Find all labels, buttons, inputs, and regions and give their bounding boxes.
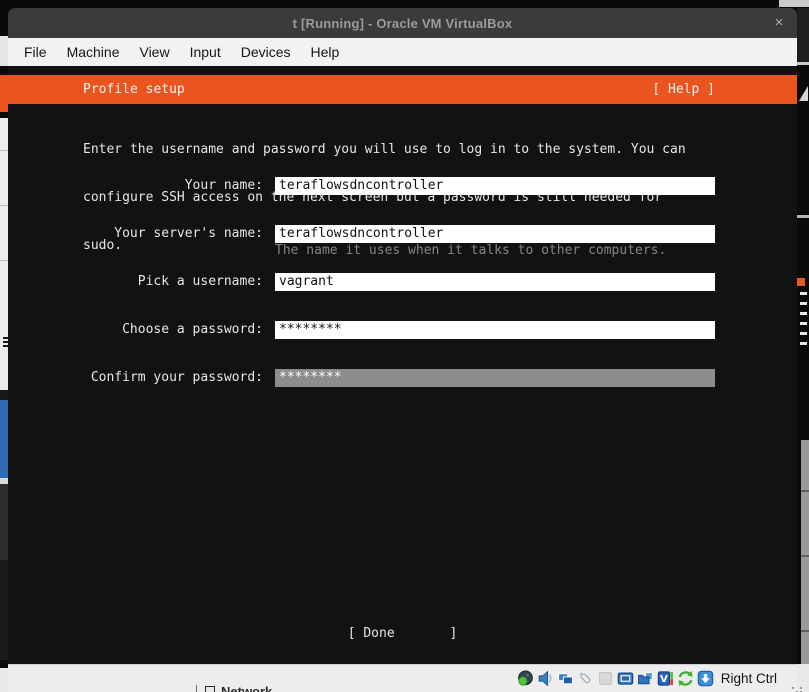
password-input[interactable]: ********	[275, 321, 715, 339]
desktop-edge-artifact	[797, 215, 809, 218]
field-row-your-name: Your name: teraflowsdncontroller	[8, 177, 797, 195]
display-icon[interactable]	[617, 670, 634, 687]
username-input[interactable]: vagrant	[275, 273, 715, 291]
page-title: Profile setup	[83, 82, 185, 97]
hard-disks-icon[interactable]	[517, 670, 534, 687]
menu-devices[interactable]: Devices	[231, 40, 301, 64]
menu-machine[interactable]: Machine	[57, 40, 130, 64]
installer-header: Profile setup [ Help ]	[8, 75, 797, 104]
password-label: Choose a password:	[8, 321, 263, 339]
server-name-helper: The name it uses when it talks to other …	[275, 243, 666, 259]
desktop-edge-artifact	[801, 490, 809, 492]
field-row-server-name: Your server's name: teraflowsdncontrolle…	[8, 225, 797, 243]
menu-file[interactable]: File	[14, 40, 57, 64]
desktop-edge-artifact	[0, 668, 8, 692]
field-row-username: Pick a username: vagrant	[8, 273, 797, 291]
shared-folders-icon[interactable]	[637, 670, 654, 687]
confirm-password-input[interactable]: ********	[275, 369, 715, 387]
menu-view[interactable]: View	[129, 40, 179, 64]
desktop-edge-artifact	[801, 440, 809, 692]
desktop-edge-artifact	[0, 484, 8, 560]
cursor-artifact	[799, 86, 808, 101]
your-name-input[interactable]: teraflowsdncontroller	[275, 177, 715, 195]
your-name-label: Your name:	[8, 177, 263, 195]
desktop-edge-artifact	[0, 205, 8, 206]
desktop-edge-artifact	[0, 260, 8, 261]
menu-input[interactable]: Input	[180, 40, 231, 64]
server-name-label: Your server's name:	[8, 225, 263, 243]
desktop-edge-artifact	[0, 118, 8, 390]
desktop: Network t [Running] - Oracle VM VirtualB…	[0, 0, 809, 692]
network-icon[interactable]	[557, 670, 574, 687]
username-label: Pick a username:	[8, 273, 263, 291]
background-partial-network: Network	[196, 685, 306, 692]
help-button[interactable]: [ Help ]	[652, 75, 715, 104]
features-icon[interactable]: V	[657, 670, 674, 687]
close-icon[interactable]: ×	[767, 11, 791, 35]
statusbar: V Right Ctrl	[8, 664, 797, 692]
menu-help[interactable]: Help	[301, 40, 350, 64]
confirm-password-label: Confirm your password:	[8, 369, 263, 387]
desktop-edge-artifact	[797, 664, 809, 692]
field-row-password: Choose a password: ********	[8, 321, 797, 339]
audio-icon[interactable]	[537, 670, 554, 687]
desktop-edge-artifact	[797, 62, 809, 65]
done-button[interactable]: [ Done ]	[348, 626, 458, 641]
resize-grip[interactable]	[792, 687, 794, 689]
window-title: t [Running] - Oracle VM VirtualBox	[293, 16, 513, 31]
host-key-label: Right Ctrl	[721, 671, 777, 686]
desktop-edge-artifact	[0, 150, 8, 151]
desktop-edge-artifact	[797, 8, 809, 62]
svg-text:V: V	[660, 674, 668, 685]
done-row: [ Done ]	[8, 626, 797, 641]
mouse-integration-icon[interactable]	[677, 670, 694, 687]
keyboard-icon[interactable]	[697, 670, 714, 687]
desktop-edge-artifact	[0, 390, 8, 400]
desktop-edge-artifact	[0, 36, 8, 66]
field-row-confirm-password: Confirm your password: ********	[8, 369, 797, 387]
network-thumbnail-icon	[205, 686, 215, 692]
titlebar[interactable]: t [Running] - Oracle VM VirtualBox ×	[8, 8, 797, 38]
guest-console[interactable]: Profile setup [ Help ] Enter the usernam…	[8, 66, 797, 664]
background-partial-network-label: Network	[221, 685, 272, 692]
floppy-icon[interactable]	[597, 670, 614, 687]
server-name-input[interactable]: teraflowsdncontroller	[275, 225, 715, 243]
desktop-edge-artifact	[800, 292, 807, 295]
menubar: File Machine View Input Devices Help	[8, 38, 797, 66]
intro-line: Enter the username and password you will…	[83, 142, 686, 158]
desktop-edge-artifact	[0, 75, 8, 112]
desktop-edge-artifact	[797, 278, 805, 286]
intro-text: Enter the username and password you will…	[83, 110, 686, 286]
desktop-edge-artifact	[0, 560, 8, 660]
desktop-edge-artifact	[779, 0, 809, 7]
virtualbox-window: t [Running] - Oracle VM VirtualBox × Fil…	[8, 8, 797, 692]
usb-icon[interactable]	[577, 670, 594, 687]
